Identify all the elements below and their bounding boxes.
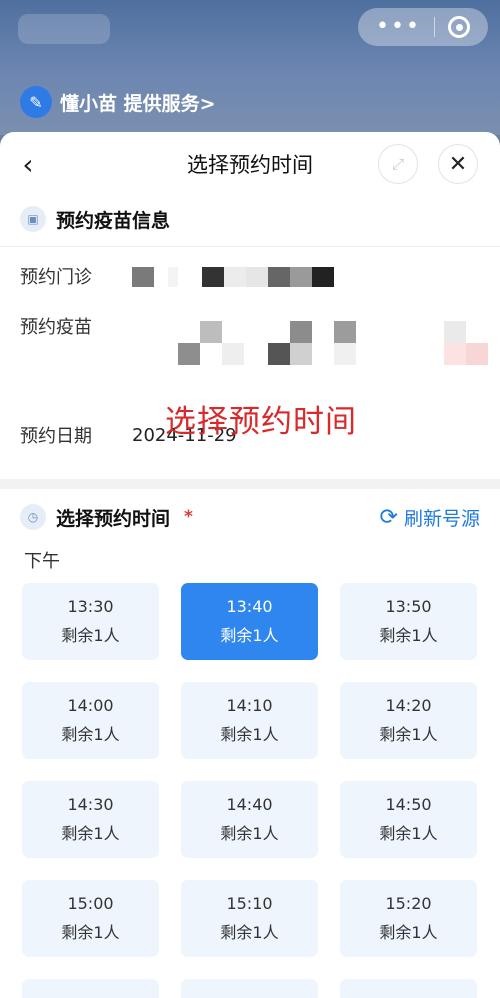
time-slot[interactable]: 15:20 剩余1人 [340, 880, 477, 957]
time-slot[interactable]: 13:30 剩余1人 [22, 583, 159, 660]
time-slot-partial[interactable] [340, 979, 477, 998]
vaccine-bottle-icon: ▣ [20, 206, 46, 232]
appointment-time-sheet: ‹ 选择预约时间 ⤢ ✕ ▣ 预约疫苗信息 预约门诊 预约疫苗 预约日期 202… [0, 132, 500, 998]
time-slot[interactable]: 14:40 剩余1人 [181, 781, 318, 858]
sheet-title: 选择预约时间 [187, 153, 313, 177]
time-slot[interactable]: 15:00 剩余1人 [22, 880, 159, 957]
time-slot-selected[interactable]: 13:40 剩余1人 [181, 583, 318, 660]
blurred-header [18, 14, 110, 44]
vaccine-label: 预约疫苗 [20, 317, 92, 338]
time-slot[interactable]: 14:10 剩余1人 [181, 682, 318, 759]
sheet-header: ‹ 选择预约时间 ⤢ ✕ [0, 132, 500, 196]
provider-label: 懂小苗 提供服务> [60, 92, 216, 115]
time-slot[interactable]: 14:00 剩余1人 [22, 682, 159, 759]
more-dots-icon[interactable]: ••• [376, 16, 421, 38]
chevron-left-icon[interactable]: ‹ [16, 148, 40, 181]
capsule-divider [433, 17, 435, 37]
vaccine-info-title: 预约疫苗信息 [56, 209, 171, 232]
close-icon[interactable]: ✕ [438, 144, 478, 184]
clinic-label: 预约门诊 [20, 267, 92, 288]
clinic-value-redacted [132, 266, 334, 287]
overlay-annotation: 选择预约时间 [165, 404, 357, 440]
time-slot[interactable]: 13:50 剩余1人 [340, 583, 477, 660]
time-slot[interactable]: 14:20 剩余1人 [340, 682, 477, 759]
section-separator [0, 479, 500, 489]
vaccine-info-header: ▣ 预约疫苗信息 [0, 196, 500, 242]
time-slot-partial[interactable] [22, 979, 159, 998]
syringe-icon: ✎ [20, 86, 52, 118]
divider [0, 246, 500, 247]
clinic-row: 预约门诊 [0, 249, 500, 303]
time-slot[interactable]: 14:30 剩余1人 [22, 781, 159, 858]
time-slot[interactable]: 15:10 剩余1人 [181, 880, 318, 957]
refresh-label: 刷新号源 [403, 507, 480, 530]
time-select-title: 选择预约时间 [56, 507, 171, 530]
miniprogram-capsule: ••• [358, 8, 488, 46]
vaccine-value-redacted [132, 313, 488, 373]
expand-icon[interactable]: ⤢ [378, 144, 418, 184]
vaccine-row: 预约疫苗 [0, 303, 500, 409]
period-label: 下午 [24, 551, 60, 572]
time-slot-grid: 13:30 剩余1人 13:40 剩余1人 13:50 剩余1人 14:00 剩余1人 … [0, 575, 500, 998]
refresh-button[interactable]: ⟳ 刷新号源 [380, 504, 480, 531]
refresh-icon: ⟳ [379, 504, 398, 530]
time-select-header: ◷ 选择预约时间 * ⟳ 刷新号源 [0, 489, 500, 545]
date-label: 预约日期 [20, 426, 92, 447]
service-provider[interactable]: ✎ 懂小苗 提供服务> [20, 86, 216, 118]
alarm-clock-icon: ◷ [20, 504, 46, 530]
time-slot[interactable]: 14:50 剩余1人 [340, 781, 477, 858]
target-icon[interactable] [448, 16, 470, 38]
time-slot-partial[interactable] [181, 979, 318, 998]
required-mark: * [184, 507, 193, 527]
